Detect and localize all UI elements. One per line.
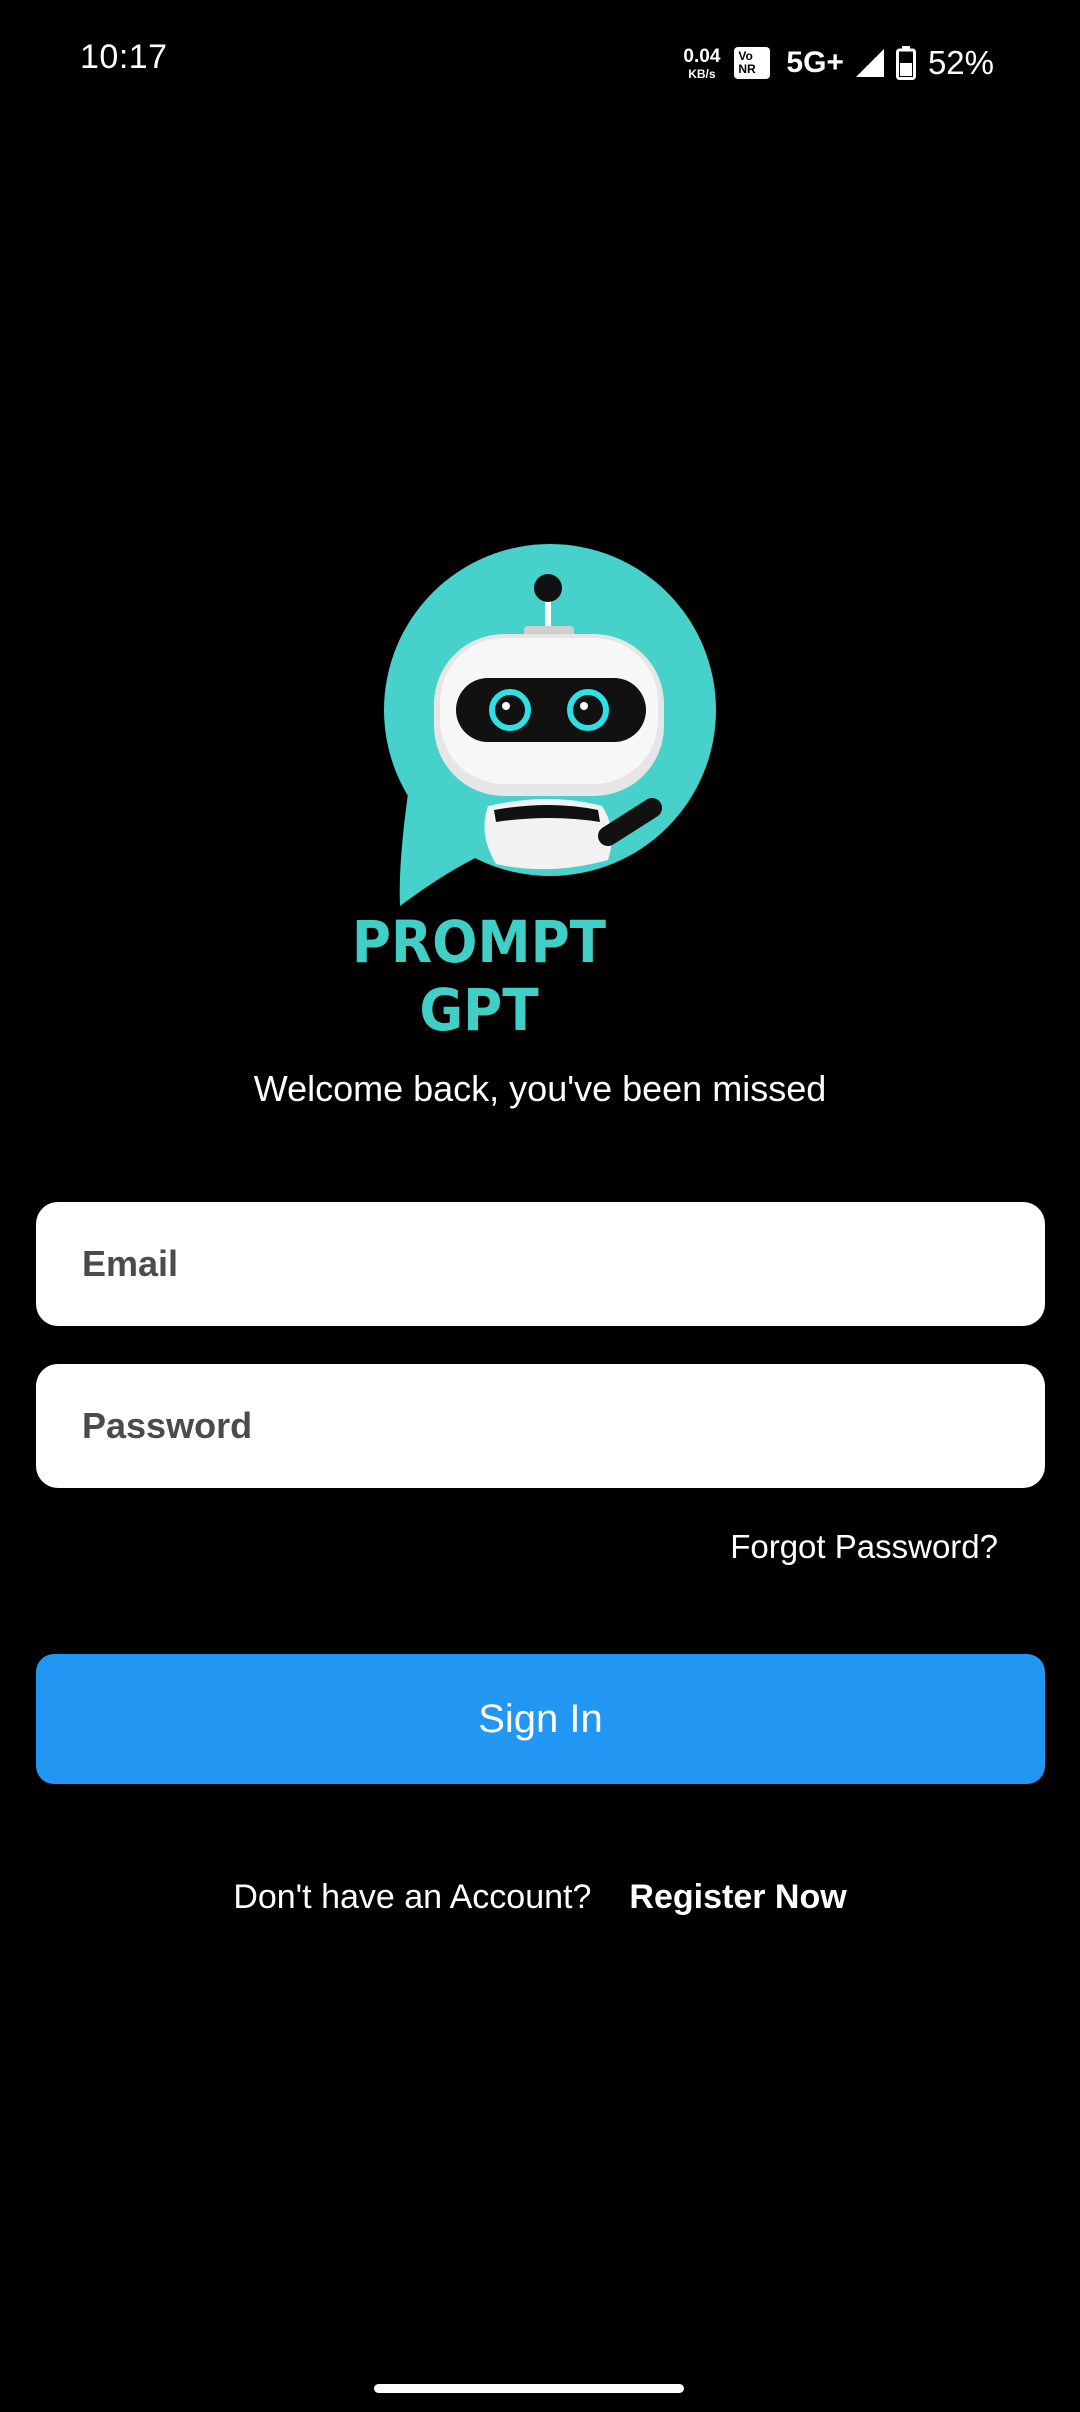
volte-icon: Vo NR bbox=[734, 47, 771, 79]
home-indicator[interactable] bbox=[374, 2384, 684, 2393]
app-logo: PROMPT GPT bbox=[318, 530, 728, 1044]
welcome-message: Welcome back, you've been missed bbox=[253, 1068, 827, 1109]
status-bar: 10:17 0.04 KB/s Vo NR 5G+ 52% bbox=[0, 0, 1080, 126]
status-time: 10:17 bbox=[80, 38, 168, 76]
network-speed-unit: KB/s bbox=[688, 66, 716, 81]
network-speed-value: 0.04 bbox=[683, 45, 721, 67]
sign-in-button[interactable]: Sign In bbox=[36, 1654, 1045, 1784]
volte-bottom-label: NR bbox=[738, 62, 756, 76]
battery-percent: 52% bbox=[927, 44, 994, 81]
signal-icon bbox=[854, 47, 886, 79]
battery-icon bbox=[895, 46, 916, 80]
register-row: Don't have an Account? Register Now bbox=[0, 1878, 1080, 1917]
logo-text: PROMPT GPT bbox=[351, 908, 607, 1044]
forgot-password-link[interactable]: Forgot Password? bbox=[730, 1528, 998, 1566]
status-icons: 0.04 KB/s Vo NR 5G+ 52% bbox=[683, 40, 994, 86]
network-speed: 0.04 KB/s bbox=[683, 47, 720, 80]
register-now-link[interactable]: Register Now bbox=[629, 1878, 846, 1917]
network-type: 5G+ bbox=[786, 46, 844, 79]
robot-chat-icon bbox=[384, 544, 716, 906]
password-field[interactable] bbox=[36, 1364, 1045, 1488]
no-account-text: Don't have an Account? bbox=[233, 1878, 592, 1916]
email-field[interactable] bbox=[36, 1202, 1045, 1326]
